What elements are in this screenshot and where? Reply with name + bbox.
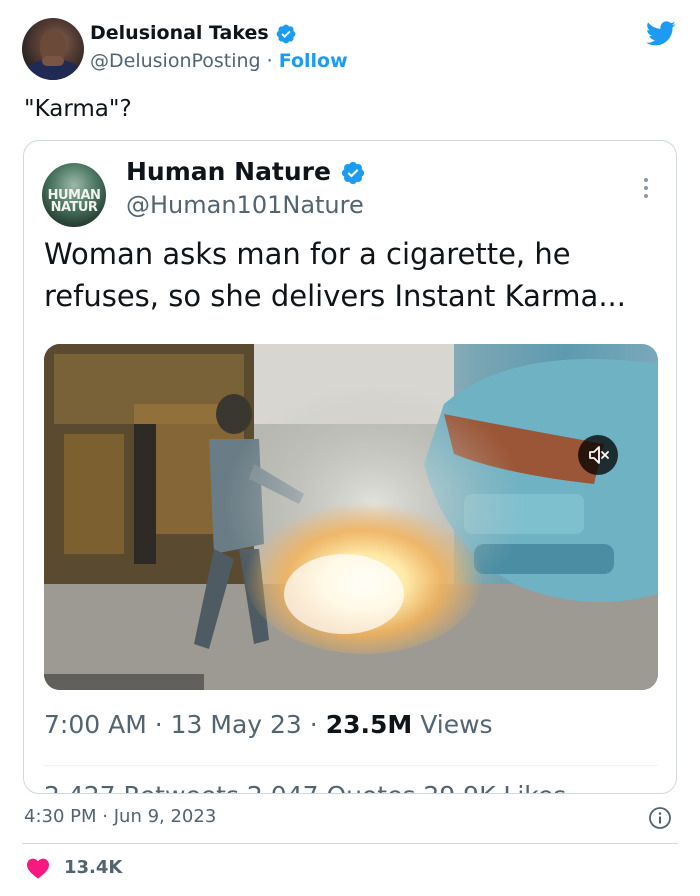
tweet-timestamp[interactable]: 4:30 PM · Jun 9, 2023: [24, 806, 216, 827]
separator: ·: [266, 50, 273, 72]
views-label: Views: [420, 710, 493, 739]
quoted-tweet-text: Woman asks man for a cigarette, he refus…: [44, 237, 626, 313]
author-handle-row: @DelusionPosting · Follow: [90, 50, 348, 72]
twitter-bird-icon[interactable]: [644, 18, 678, 48]
quoted-time[interactable]: 7:00 AM: [44, 710, 147, 739]
author-avatar[interactable]: [22, 18, 84, 80]
mute-button[interactable]: [578, 435, 618, 475]
video-player[interactable]: [44, 344, 658, 690]
author-display-name[interactable]: Delusional Takes: [90, 22, 269, 44]
like-count[interactable]: 13.4K: [64, 857, 122, 878]
more-options-icon[interactable]: [636, 175, 656, 201]
author-name-row[interactable]: Delusional Takes: [90, 22, 297, 45]
quoted-author-avatar[interactable]: HUMAN NATUR: [42, 163, 106, 227]
info-icon[interactable]: [648, 806, 672, 830]
quoted-meta: 7:00 AM · 13 May 23 · 23.5M Views: [44, 710, 493, 739]
tweet-text: "Karma"?: [24, 96, 132, 122]
avatar-hands: [42, 56, 64, 66]
author-handle[interactable]: @DelusionPosting: [90, 50, 261, 72]
avatar-logo-text-bottom: NATUR: [50, 200, 98, 215]
quoted-handle[interactable]: @Human101Nature: [126, 191, 364, 219]
tweet-time[interactable]: 4:30 PM: [24, 806, 97, 827]
quoted-name-row[interactable]: Human Nature: [126, 157, 366, 186]
video-frame: [44, 344, 658, 690]
quoted-display-name[interactable]: Human Nature: [126, 157, 331, 186]
separator: ·: [154, 710, 163, 739]
mute-icon: [589, 446, 609, 464]
quoted-tweet-card[interactable]: HUMAN NATUR Human Nature @Human101Nature…: [23, 140, 677, 794]
quoted-date[interactable]: 13 May 23: [171, 710, 302, 739]
divider: [22, 843, 678, 844]
separator: ·: [102, 806, 108, 827]
follow-button[interactable]: Follow: [279, 50, 348, 72]
heart-icon[interactable]: [26, 857, 50, 879]
verified-badge-icon: [341, 161, 364, 185]
verified-badge-icon: [276, 24, 296, 43]
views-count: 23.5M: [325, 710, 413, 739]
separator: ·: [309, 710, 318, 739]
quoted-engagement-stats[interactable]: 2,427 Retweets 2,047 Quotes 29.9K Likes: [44, 781, 566, 793]
quoted-divider: [44, 765, 658, 766]
tweet-date[interactable]: Jun 9, 2023: [114, 806, 217, 827]
